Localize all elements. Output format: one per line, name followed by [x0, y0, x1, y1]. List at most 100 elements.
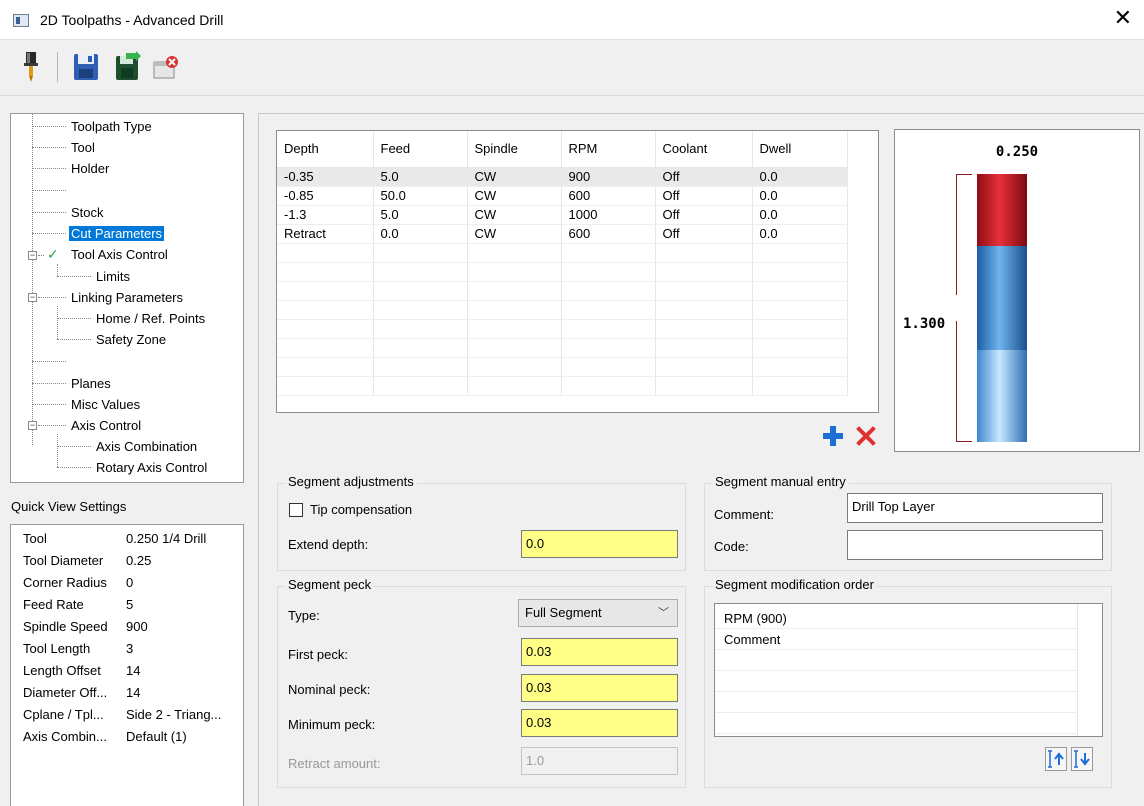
tree-line [32, 147, 66, 148]
cell-coolant[interactable]: Off [655, 224, 753, 244]
title-bar: 2D Toolpaths - Advanced Drill ✕ [0, 0, 1144, 40]
empty-list-row[interactable] [715, 671, 1077, 692]
cell-spindle[interactable]: CW [467, 224, 562, 244]
tree-item-cut-parameters[interactable]: Cut Parameters [69, 224, 165, 243]
cell-depth[interactable]: -0.85 [277, 186, 374, 206]
empty-row[interactable] [277, 338, 848, 358]
quick-view-row: Diameter Off... 14 [23, 685, 141, 700]
empty-row[interactable] [277, 357, 848, 377]
cell-coolant[interactable]: Off [655, 167, 753, 187]
cell-depth[interactable]: -0.35 [277, 167, 374, 187]
quick-view-row: Tool Length 3 [23, 641, 134, 656]
column-header-rpm[interactable]: RPM [561, 131, 656, 168]
column-header-spindle[interactable]: Spindle [467, 131, 562, 168]
empty-row[interactable] [277, 281, 848, 301]
tree-item-misc-values[interactable]: Misc Values [69, 395, 142, 414]
move-up-button[interactable] [1045, 747, 1067, 771]
tree-item-blank[interactable] [69, 352, 73, 371]
tree-item-rotary-axis-control[interactable]: Rotary Axis Control [94, 458, 209, 477]
table-row[interactable]: -1.3 5.0 CW 1000 Off 0.0 [277, 205, 848, 225]
move-down-button[interactable] [1071, 747, 1093, 771]
add-segment-button[interactable] [821, 424, 845, 448]
empty-list-row[interactable] [715, 650, 1077, 671]
cell-rpm[interactable]: 600 [561, 224, 656, 244]
delete-segment-button[interactable] [854, 424, 878, 448]
delete-icon[interactable] [150, 50, 180, 84]
empty-row[interactable] [277, 319, 848, 339]
tree-item-planes[interactable]: Planes [69, 374, 113, 393]
close-button[interactable]: ✕ [1114, 7, 1132, 29]
retract-amount-input[interactable]: 1.0 [521, 747, 678, 775]
list-item[interactable]: RPM (900) [715, 608, 1077, 629]
cell-coolant[interactable]: Off [655, 186, 753, 206]
empty-row[interactable] [277, 243, 848, 263]
drill-segments-graphic [977, 174, 1027, 442]
cell-rpm[interactable]: 1000 [561, 205, 656, 225]
cell-depth[interactable]: Retract [277, 224, 374, 244]
tree-line [57, 467, 91, 468]
tree-line [57, 318, 91, 319]
tree-item-blank[interactable] [69, 181, 73, 200]
column-header-feed[interactable]: Feed [373, 131, 468, 168]
tree-line [57, 306, 58, 339]
empty-list-row[interactable] [715, 713, 1077, 734]
cell-feed[interactable]: 50.0 [373, 186, 468, 206]
tree-item-stock[interactable]: Stock [69, 203, 106, 222]
tree-item-linking-parameters[interactable]: Linking Parameters [69, 288, 185, 307]
tree-item-axis-combination[interactable]: Axis Combination [94, 437, 199, 456]
save-as-icon[interactable] [112, 50, 142, 84]
cell-dwell[interactable]: 0.0 [752, 224, 848, 244]
table-row[interactable]: -0.35 5.0 CW 900 Off 0.0 [277, 167, 848, 187]
cell-feed[interactable]: 5.0 [373, 205, 468, 225]
cell-spindle[interactable]: CW [467, 205, 562, 225]
table-row[interactable]: -0.85 50.0 CW 600 Off 0.0 [277, 186, 848, 206]
table-row[interactable]: Retract 0.0 CW 600 Off 0.0 [277, 224, 848, 244]
collapse-toggle[interactable]: − [28, 251, 37, 260]
column-header-dwell[interactable]: Dwell [752, 131, 848, 168]
column-header-coolant[interactable]: Coolant [655, 131, 753, 168]
collapse-toggle[interactable]: − [28, 421, 37, 430]
empty-row[interactable] [277, 262, 848, 282]
quick-view-row: Spindle Speed 900 [23, 619, 148, 634]
list-item[interactable]: Comment [715, 629, 1077, 650]
cell-dwell[interactable]: 0.0 [752, 186, 848, 206]
cell-rpm[interactable]: 600 [561, 186, 656, 206]
cell-spindle[interactable]: CW [467, 167, 562, 187]
cell-dwell[interactable]: 0.0 [752, 205, 848, 225]
cell-spindle[interactable]: CW [467, 186, 562, 206]
column-header-depth[interactable]: Depth [277, 131, 374, 168]
comment-input[interactable]: Drill Top Layer [847, 493, 1103, 523]
empty-row[interactable] [277, 300, 848, 320]
cell-depth[interactable]: -1.3 [277, 205, 374, 225]
nominal-peck-input[interactable]: 0.03 [521, 674, 678, 702]
minimum-peck-input[interactable]: 0.03 [521, 709, 678, 737]
code-input[interactable] [847, 530, 1103, 560]
tip-compensation-checkbox[interactable] [289, 503, 303, 517]
cell-feed[interactable]: 5.0 [373, 167, 468, 187]
tree-item-home-ref-points[interactable]: Home / Ref. Points [94, 309, 207, 328]
tree-item-tool[interactable]: Tool [69, 138, 97, 157]
peck-type-select[interactable]: Full Segment ﹀ [518, 599, 678, 627]
list-column-divider [1077, 604, 1078, 736]
save-icon[interactable] [71, 50, 101, 84]
tool-preview: 0.250 1.300 [894, 129, 1140, 452]
cell-feed[interactable]: 0.0 [373, 224, 468, 244]
tree-item-holder[interactable]: Holder [69, 159, 111, 178]
empty-list-row[interactable] [715, 692, 1077, 713]
segments-table[interactable]: Depth Feed Spindle RPM Coolant Dwell -0.… [276, 130, 879, 413]
extend-depth-input[interactable]: 0.0 [521, 530, 678, 558]
cell-rpm[interactable]: 900 [561, 167, 656, 187]
tree-item-axis-control[interactable]: Axis Control [69, 416, 143, 435]
cell-dwell[interactable]: 0.0 [752, 167, 848, 187]
empty-row[interactable] [277, 376, 848, 396]
tree-item-toolpath-type[interactable]: Toolpath Type [69, 117, 154, 136]
first-peck-input[interactable]: 0.03 [521, 638, 678, 666]
tree-item-safety-zone[interactable]: Safety Zone [94, 330, 168, 349]
tree-item-limits[interactable]: Limits [94, 267, 132, 286]
tree-item-tool-axis-control[interactable]: Tool Axis Control [69, 245, 170, 264]
tool-icon[interactable] [18, 50, 48, 84]
tree-line [57, 276, 91, 277]
modification-order-list[interactable]: RPM (900) Comment [714, 603, 1103, 737]
cell-coolant[interactable]: Off [655, 205, 753, 225]
collapse-toggle[interactable]: − [28, 293, 37, 302]
